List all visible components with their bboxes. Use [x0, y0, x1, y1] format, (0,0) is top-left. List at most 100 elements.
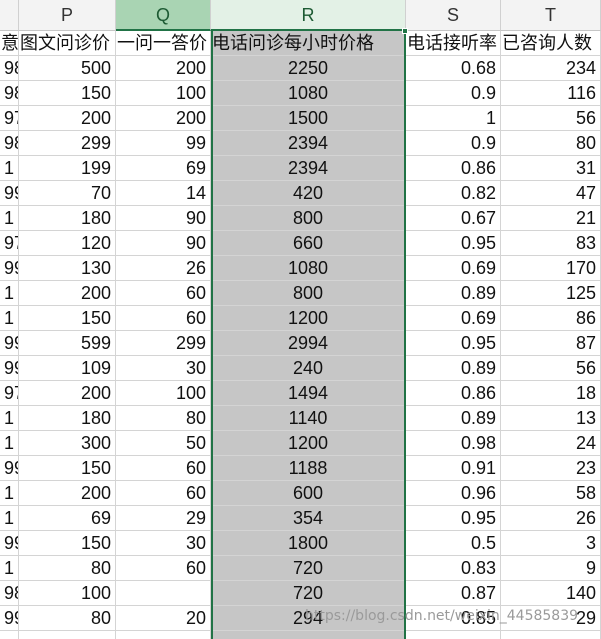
column-header-p[interactable]: P	[19, 0, 116, 31]
table-cell[interactable]: 99	[0, 606, 19, 631]
table-cell[interactable]: 80	[501, 131, 601, 156]
table-cell[interactable]: 56	[501, 356, 601, 381]
table-cell[interactable]: 300	[19, 431, 116, 456]
table-cell[interactable]: 60	[116, 281, 211, 306]
table-cell[interactable]	[406, 631, 501, 639]
table-cell[interactable]: 200	[19, 481, 116, 506]
table-cell[interactable]: 234	[501, 56, 601, 81]
header-cell[interactable]: 图文问诊价	[19, 31, 116, 56]
table-cell[interactable]: 0.83	[406, 556, 501, 581]
table-cell[interactable]: 60	[116, 481, 211, 506]
table-cell[interactable]: 0.95	[406, 331, 501, 356]
table-cell[interactable]: 18	[501, 381, 601, 406]
table-cell[interactable]	[0, 631, 19, 639]
table-cell[interactable]: 1494	[211, 381, 406, 406]
table-cell[interactable]: 99	[0, 331, 19, 356]
table-cell[interactable]: 600	[211, 481, 406, 506]
table-cell[interactable]: 354	[211, 506, 406, 531]
table-cell[interactable]: 720	[211, 556, 406, 581]
table-cell[interactable]: 99	[0, 256, 19, 281]
table-cell[interactable]: 109	[19, 356, 116, 381]
table-cell[interactable]: 130	[19, 256, 116, 281]
table-cell[interactable]: 29	[116, 506, 211, 531]
column-header-r[interactable]: R	[211, 0, 406, 31]
table-cell[interactable]: 99	[0, 456, 19, 481]
table-cell[interactable]	[501, 631, 601, 639]
header-cell[interactable]: 一问一答价	[116, 31, 211, 56]
table-cell[interactable]: 98	[0, 131, 19, 156]
table-cell[interactable]: 170	[501, 256, 601, 281]
table-cell[interactable]: 150	[19, 81, 116, 106]
table-cell[interactable]: 1	[0, 506, 19, 531]
table-cell[interactable]: 720	[211, 581, 406, 606]
table-cell[interactable]: 0.5	[406, 531, 501, 556]
table-cell[interactable]: 420	[211, 181, 406, 206]
table-cell[interactable]: 0.95	[406, 231, 501, 256]
table-cell[interactable]: 20	[116, 606, 211, 631]
table-cell[interactable]: 0.68	[406, 56, 501, 81]
table-cell[interactable]: 9	[501, 556, 601, 581]
table-cell[interactable]: 1800	[211, 531, 406, 556]
table-cell[interactable]	[116, 581, 211, 606]
table-cell[interactable]: 0.95	[406, 506, 501, 531]
table-cell[interactable]: 2394	[211, 131, 406, 156]
table-cell[interactable]: 70	[19, 181, 116, 206]
table-cell[interactable]: 86	[501, 306, 601, 331]
table-cell[interactable]: 1	[0, 156, 19, 181]
table-cell[interactable]: 26	[501, 506, 601, 531]
table-cell[interactable]: 1	[0, 556, 19, 581]
table-cell[interactable]: 0.67	[406, 206, 501, 231]
table-cell[interactable]: 2394	[211, 156, 406, 181]
table-cell[interactable]: 100	[19, 581, 116, 606]
table-cell[interactable]: 200	[116, 56, 211, 81]
table-cell[interactable]: 98	[0, 56, 19, 81]
table-cell[interactable]: 200	[116, 106, 211, 131]
table-cell[interactable]: 90	[116, 206, 211, 231]
table-cell[interactable]: 240	[211, 356, 406, 381]
table-cell[interactable]: 0.86	[406, 381, 501, 406]
table-cell[interactable]: 0.87	[406, 581, 501, 606]
table-cell[interactable]: 30	[116, 356, 211, 381]
table-cell[interactable]: 47	[501, 181, 601, 206]
table-cell[interactable]: 1	[0, 481, 19, 506]
table-cell[interactable]: 180	[19, 406, 116, 431]
table-cell[interactable]: 97	[0, 106, 19, 131]
table-cell[interactable]: 98	[0, 81, 19, 106]
table-cell[interactable]: 1	[0, 206, 19, 231]
table-cell[interactable]: 0.82	[406, 181, 501, 206]
table-cell[interactable]: 200	[19, 106, 116, 131]
table-cell[interactable]: 97	[0, 231, 19, 256]
table-cell[interactable]: 0.98	[406, 431, 501, 456]
table-cell[interactable]: 500	[19, 56, 116, 81]
table-cell[interactable]: 150	[19, 531, 116, 556]
table-cell[interactable]: 99	[0, 356, 19, 381]
table-cell[interactable]: 100	[116, 81, 211, 106]
table-cell[interactable]: 0.9	[406, 81, 501, 106]
table-cell[interactable]	[211, 631, 406, 639]
table-cell[interactable]: 14	[116, 181, 211, 206]
table-cell[interactable]: 1	[0, 406, 19, 431]
header-cell[interactable]: 意度	[0, 31, 19, 56]
table-cell[interactable]: 116	[501, 81, 601, 106]
table-cell[interactable]: 2994	[211, 331, 406, 356]
table-cell[interactable]: 0.89	[406, 356, 501, 381]
table-cell[interactable]: 0.69	[406, 306, 501, 331]
table-cell[interactable]: 150	[19, 306, 116, 331]
header-cell[interactable]: 电话问诊每小时价格	[211, 31, 406, 56]
table-cell[interactable]: 1200	[211, 431, 406, 456]
table-cell[interactable]: 800	[211, 206, 406, 231]
table-cell[interactable]: 50	[116, 431, 211, 456]
column-header-o[interactable]	[0, 0, 19, 31]
table-cell[interactable]: 0.89	[406, 281, 501, 306]
table-cell[interactable]: 100	[116, 381, 211, 406]
table-cell[interactable]	[116, 631, 211, 639]
table-cell[interactable]: 13	[501, 406, 601, 431]
table-cell[interactable]: 58	[501, 481, 601, 506]
table-cell[interactable]: 0.9	[406, 131, 501, 156]
table-cell[interactable]: 1	[0, 431, 19, 456]
table-cell[interactable]: 56	[501, 106, 601, 131]
table-cell[interactable]: 1140	[211, 406, 406, 431]
table-cell[interactable]: 99	[0, 531, 19, 556]
table-cell[interactable]: 0.91	[406, 456, 501, 481]
table-cell[interactable]: 800	[211, 281, 406, 306]
